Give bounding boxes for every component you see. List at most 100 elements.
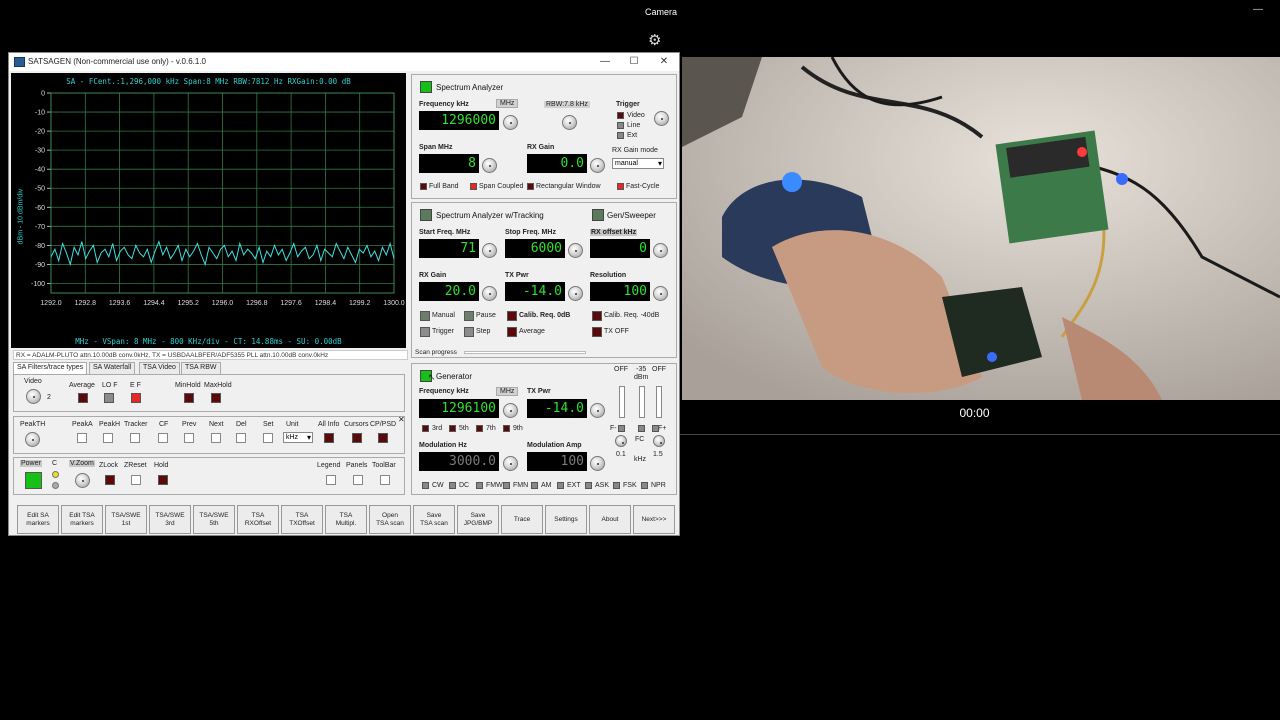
spectrum-plot[interactable]: SA - FCent.:1,296,000 kHz Span:8 MHz RBW…	[11, 73, 406, 348]
toolbar-toggle[interactable]	[380, 475, 390, 485]
span-knob-left[interactable]	[615, 435, 627, 447]
edit-tsa-markers-button[interactable]: Edit TSA markers	[61, 505, 103, 534]
stop-freq-display[interactable]: 6000	[505, 239, 565, 258]
tsa-swe-3rd-button[interactable]: TSA/SWE 3rd	[149, 505, 191, 534]
trigger-line-led[interactable]	[617, 122, 624, 129]
zreset-button[interactable]	[131, 475, 141, 485]
cursors-toggle[interactable]	[352, 433, 362, 443]
sa-enable-led[interactable]	[420, 81, 432, 93]
fsk-led[interactable]	[613, 482, 620, 489]
set-toggle[interactable]	[263, 433, 273, 443]
fullband-led[interactable]	[420, 183, 427, 190]
peakh-toggle[interactable]	[103, 433, 113, 443]
panels-toggle[interactable]	[353, 475, 363, 485]
peakth-knob[interactable]	[25, 432, 40, 447]
zlock-toggle[interactable]	[105, 475, 115, 485]
settings-button[interactable]: Settings	[545, 505, 587, 534]
sa-gain-knob[interactable]	[590, 158, 605, 173]
manual-toggle[interactable]	[420, 311, 430, 321]
about-button[interactable]: About	[589, 505, 631, 534]
minimize-icon[interactable]: —	[1253, 4, 1263, 15]
trigger-knob[interactable]	[654, 111, 669, 126]
gen-slider-3[interactable]	[656, 386, 662, 418]
stop-freq-knob[interactable]	[568, 243, 583, 258]
tsa-txpwr-knob[interactable]	[568, 286, 583, 301]
dc-led[interactable]	[449, 482, 456, 489]
gen-mhz-button[interactable]: MHz	[496, 387, 519, 396]
ef-toggle[interactable]	[131, 393, 141, 403]
trigger-ext-led[interactable]	[617, 132, 624, 139]
power-button[interactable]	[25, 472, 42, 489]
gen-freq-knob[interactable]	[503, 403, 518, 418]
average-toggle[interactable]	[507, 327, 517, 337]
tsa-txoffset-button[interactable]: TSA TXOffset	[281, 505, 323, 534]
sa-freq-knob[interactable]	[503, 115, 518, 130]
am-led[interactable]	[531, 482, 538, 489]
tsa-txpwr-display[interactable]: -14.0	[505, 282, 565, 301]
h9-led[interactable]	[503, 425, 510, 432]
calib40-toggle[interactable]	[592, 311, 602, 321]
tab-sa-filters[interactable]: SA Filters/trace types	[13, 362, 88, 374]
f-minus-led[interactable]	[618, 425, 625, 432]
gear-icon[interactable]: ⚙	[648, 31, 661, 49]
h3-led[interactable]	[422, 425, 429, 432]
average-toggle[interactable]	[78, 393, 88, 403]
lof-toggle[interactable]	[104, 393, 114, 403]
fc-led[interactable]	[638, 425, 645, 432]
cw-led[interactable]	[422, 482, 429, 489]
pause-toggle[interactable]	[464, 311, 474, 321]
vzoom-knob[interactable]	[75, 473, 90, 488]
ask-led[interactable]	[585, 482, 592, 489]
next-button[interactable]: Next>>>	[633, 505, 675, 534]
tsa-multipl-button[interactable]: TSA Multipl.	[325, 505, 367, 534]
sa-gain-display[interactable]: 0.0	[527, 154, 587, 173]
hold-toggle[interactable]	[158, 475, 168, 485]
sa-span-knob[interactable]	[482, 158, 497, 173]
prev-toggle[interactable]	[184, 433, 194, 443]
fmn-led[interactable]	[503, 482, 510, 489]
sa-mhz-button[interactable]: MHz	[496, 99, 519, 108]
ext-led[interactable]	[557, 482, 564, 489]
maximize-button[interactable]: ☐	[625, 55, 643, 69]
fastcycle-led[interactable]	[617, 183, 624, 190]
trigger-video-led[interactable]	[617, 112, 624, 119]
resolution-knob[interactable]	[653, 286, 668, 301]
spancoupled-led[interactable]	[470, 183, 477, 190]
amp-display[interactable]: 100	[527, 452, 587, 471]
gain-mode-select[interactable]: manual	[612, 158, 664, 169]
c-led-gray[interactable]	[52, 482, 59, 489]
legend-toggle[interactable]	[326, 475, 336, 485]
tab-tsa-video[interactable]: TSA Video	[139, 362, 180, 374]
c-led-yellow[interactable]	[52, 471, 59, 478]
minimize-button[interactable]: —	[596, 55, 614, 69]
tsa-rxoffset-button[interactable]: TSA RXOffset	[237, 505, 279, 534]
f-plus-led[interactable]	[652, 425, 659, 432]
gen-txpwr-display[interactable]: -14.0	[527, 399, 587, 418]
gen-sweeper-led[interactable]	[592, 209, 604, 221]
calib0-toggle[interactable]	[507, 311, 517, 321]
gen-txpwr-knob[interactable]	[590, 403, 605, 418]
sa-rbw-knob[interactable]	[562, 115, 577, 130]
txoff-toggle[interactable]	[592, 327, 602, 337]
save-tsa-scan-button[interactable]: Save TSA scan	[413, 505, 455, 534]
sa-freq-display[interactable]: 1296000	[419, 111, 499, 130]
gen-slider-2[interactable]	[639, 386, 645, 418]
open-tsa-scan-button[interactable]: Open TSA scan	[369, 505, 411, 534]
rectwin-led[interactable]	[527, 183, 534, 190]
amp-knob[interactable]	[590, 456, 605, 471]
tab-sa-waterfall[interactable]: SA Waterfall	[89, 362, 136, 374]
trace-button[interactable]: Trace	[501, 505, 543, 534]
unit-select[interactable]: kHz	[283, 432, 313, 443]
gen-freq-display[interactable]: 1296100	[419, 399, 499, 418]
trigger-toggle[interactable]	[420, 327, 430, 337]
tsa-swe-5th-button[interactable]: TSA/SWE 5th	[193, 505, 235, 534]
h7-led[interactable]	[476, 425, 483, 432]
maxhold-toggle[interactable]	[211, 393, 221, 403]
tsa-rxgain-knob[interactable]	[482, 286, 497, 301]
close-icon[interactable]: ✕	[398, 415, 405, 424]
mod-knob[interactable]	[503, 456, 518, 471]
cpsd-toggle[interactable]	[378, 433, 388, 443]
tsa-rxgain-display[interactable]: 20.0	[419, 282, 479, 301]
sa-span-display[interactable]: 8	[419, 154, 479, 173]
save-jpg-button[interactable]: Save JPG/BMP	[457, 505, 499, 534]
